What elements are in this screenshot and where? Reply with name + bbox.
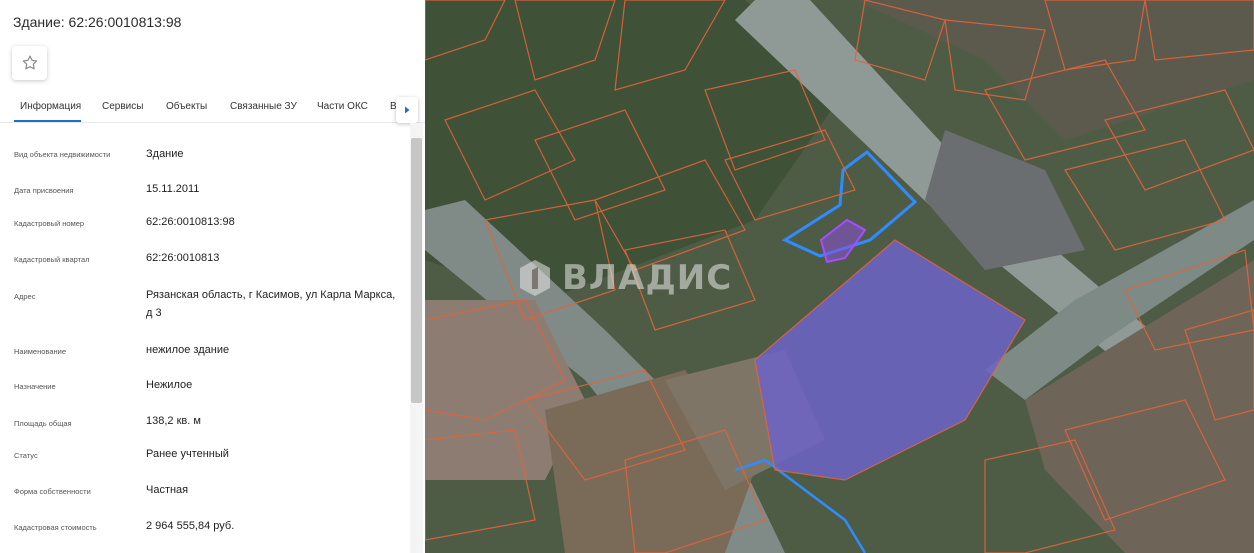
field-value: Частная — [146, 484, 189, 496]
field-label: Кадастровый квартал — [14, 255, 90, 264]
field-label: Статус — [14, 451, 38, 460]
panel-scrollbar[interactable] — [410, 123, 423, 553]
tab-info[interactable]: Информация — [20, 101, 81, 112]
field-label: Форма собственности — [14, 487, 91, 496]
cadastral-map[interactable]: ВЛАДИС — [425, 0, 1254, 553]
chevron-right-icon — [405, 106, 410, 114]
field-value: Ранее учтенный — [146, 448, 229, 460]
field-value: Здание — [146, 148, 184, 160]
field-value: Нежилое — [146, 379, 193, 391]
field-label: Дата присвоения — [14, 186, 74, 195]
tab-objects[interactable]: Объекты — [166, 101, 207, 112]
info-list: Вид объекта недвижимости Здание Дата при… — [0, 123, 410, 553]
field-value: 2 964 555,84 руб. — [146, 520, 235, 532]
field-label: Кадастровая стоимость — [14, 523, 97, 532]
field-label: Адрес — [14, 292, 36, 301]
map-watermark: ВЛАДИС — [518, 258, 732, 298]
star-outline-icon — [22, 55, 37, 70]
field-value: 62:26:0010813 — [146, 252, 220, 264]
field-value: Рязанская область, г Касимов, ул Карла М… — [146, 289, 396, 319]
tabs-scroll-right-button[interactable] — [396, 97, 418, 123]
field-label: Площадь общая — [14, 419, 72, 428]
field-value: 62:26:0010813:98 — [146, 216, 235, 228]
scrollbar-thumb[interactable] — [411, 138, 422, 403]
tab-services[interactable]: Сервисы — [102, 101, 143, 112]
favorite-button[interactable] — [12, 46, 47, 80]
field-value: 15.11.2011 — [146, 183, 200, 195]
info-panel: Здание: 62:26:0010813:98 Информация Серв… — [0, 0, 425, 553]
field-label: Наименование — [14, 347, 66, 356]
field-label: Кадастровый номер — [14, 219, 85, 228]
field-value: нежилое здание — [146, 344, 230, 356]
field-value: 138,2 кв. м — [146, 415, 201, 427]
vladis-logo-icon — [520, 260, 550, 296]
watermark-text: ВЛАДИС — [562, 258, 733, 298]
page-title: Здание: 62:26:0010813:98 — [13, 14, 182, 30]
tab-building-parts[interactable]: Части ОКС — [317, 101, 368, 112]
field-label: Вид объекта недвижимости — [14, 150, 111, 159]
tab-related-parcels[interactable]: Связанные ЗУ — [230, 101, 297, 112]
field-label: Назначение — [14, 382, 56, 391]
tab-bar: Информация Сервисы Объекты Связанные ЗУ … — [0, 96, 425, 122]
